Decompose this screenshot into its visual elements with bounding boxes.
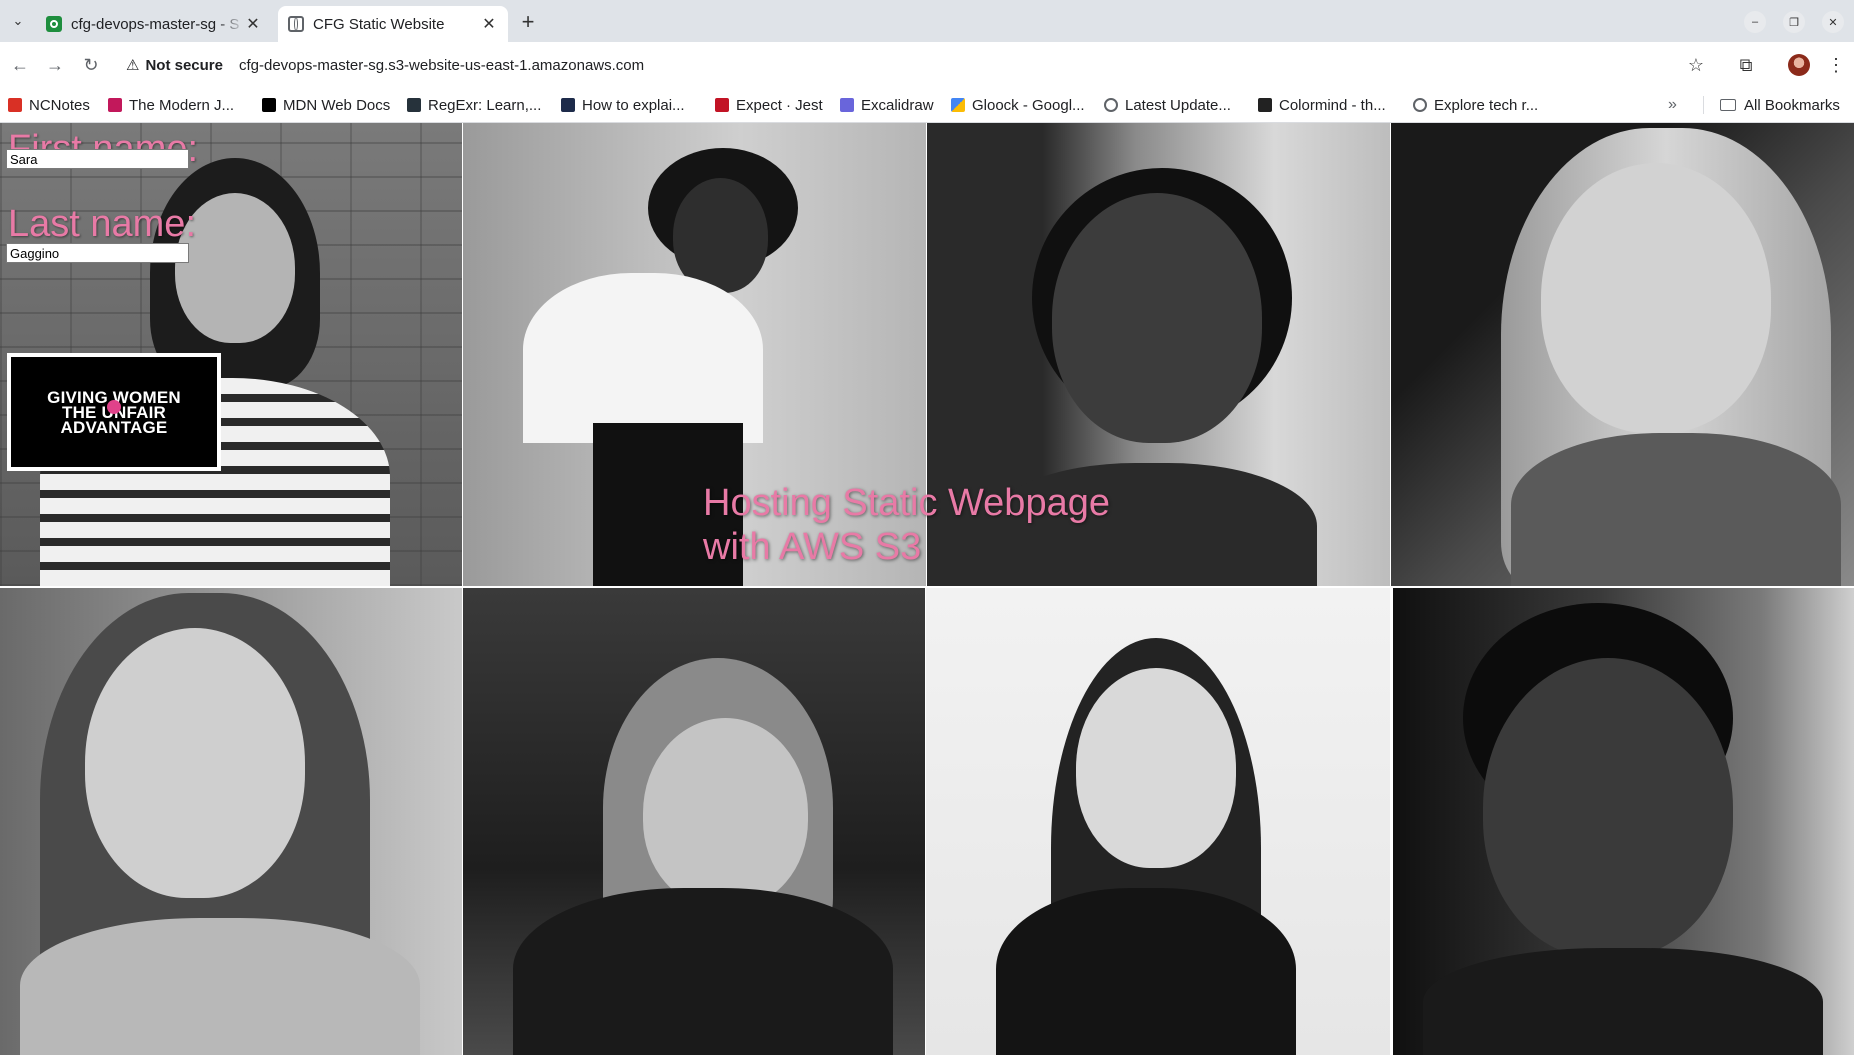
folder-icon xyxy=(1720,99,1736,111)
bookmark-explore-tech[interactable]: Explore tech r... xyxy=(1413,88,1538,122)
bookmark-jest[interactable]: Expect · Jest xyxy=(715,88,823,122)
google-fonts-icon xyxy=(951,98,965,112)
globe-favicon-icon xyxy=(288,16,304,32)
photo-portrait-5 xyxy=(0,588,462,1055)
bookmark-gloock[interactable]: Gloock - Googl... xyxy=(951,88,1085,122)
bookmark-ncnotes[interactable]: NCNotes xyxy=(8,88,90,122)
last-name-label: Last name: xyxy=(8,203,196,245)
more-bookmarks-chevron-icon[interactable]: » xyxy=(1668,88,1677,122)
bookmark-label: MDN Web Docs xyxy=(283,96,391,114)
menu-kebab-icon[interactable]: ⋮ xyxy=(1823,52,1849,78)
reload-icon[interactable]: ↻ xyxy=(78,52,104,78)
close-tab-icon[interactable]: ✕ xyxy=(244,15,262,33)
page-headline: Hosting Static Webpage with AWS S3 xyxy=(703,481,1110,569)
tab-search-chevron-icon[interactable]: ⌄ xyxy=(6,9,30,33)
security-status[interactable]: Not secure xyxy=(145,57,223,74)
url-text[interactable]: cfg-devops-master-sg.s3-website-us-east-… xyxy=(239,57,644,74)
colormind-icon xyxy=(1258,98,1272,112)
close-tab-icon[interactable]: ✕ xyxy=(480,15,498,33)
modern-js-icon xyxy=(108,98,122,112)
extensions-puzzle-icon[interactable]: ⧉ xyxy=(1733,52,1759,78)
back-arrow-icon[interactable]: ← xyxy=(7,52,33,78)
regexr-icon xyxy=(407,98,421,112)
cfg-logo-image: GIVING WOMEN THE UNFAIR ADVANTAGE xyxy=(7,353,221,471)
tab-title: CFG Static Website xyxy=(313,15,445,33)
browser-toolbar: ← → ↻ ⚠ Not secure cfg-devops-master-sg.… xyxy=(0,42,1854,88)
photo-portrait-6 xyxy=(463,588,925,1055)
bookmark-colormind[interactable]: Colormind - th... xyxy=(1258,88,1386,122)
photo-portrait-7 xyxy=(926,588,1390,1055)
bookmark-latest-update[interactable]: Latest Update... xyxy=(1104,88,1231,122)
bookmark-label: Latest Update... xyxy=(1125,96,1231,114)
address-bar[interactable]: ⚠ Not secure cfg-devops-master-sg.s3-web… xyxy=(118,47,1718,83)
headline-line-1: Hosting Static Webpage xyxy=(703,482,1110,524)
bookmark-how-to[interactable]: How to explai... xyxy=(561,88,685,122)
jest-icon xyxy=(715,98,729,112)
logo-pink-mark-icon xyxy=(107,400,121,414)
web-page: First name: Last name: GIVING WOMEN THE … xyxy=(0,123,1854,1055)
headline-line-2: with AWS S3 xyxy=(703,526,922,568)
bookmark-label: Expect · Jest xyxy=(736,96,823,114)
excalidraw-icon xyxy=(840,98,854,112)
photo-portrait-8 xyxy=(1393,588,1854,1055)
bookmark-label: Explore tech r... xyxy=(1434,96,1539,114)
bookmarks-divider xyxy=(1703,96,1704,114)
bookmark-label: How to explai... xyxy=(582,96,685,114)
bookmark-modern-js[interactable]: The Modern J... xyxy=(108,88,234,122)
bookmark-label: The Modern J... xyxy=(129,96,235,114)
all-bookmarks-button[interactable]: All Bookmarks xyxy=(1720,88,1840,122)
mdn-icon xyxy=(262,98,276,112)
close-window-icon[interactable]: ✕ xyxy=(1822,11,1844,33)
bookmark-label: Colormind - th... xyxy=(1279,96,1386,114)
globe-icon xyxy=(1413,98,1427,112)
bookmark-star-icon[interactable]: ☆ xyxy=(1683,52,1709,78)
all-bookmarks-label: All Bookmarks xyxy=(1744,96,1840,114)
globe-icon xyxy=(1104,98,1118,112)
bookmark-label: RegExr: Learn,... xyxy=(428,96,542,114)
logo-panel: GIVING WOMEN THE UNFAIR ADVANTAGE xyxy=(11,357,217,467)
bookmark-excalidraw[interactable]: Excalidraw xyxy=(840,88,934,122)
bookmark-label: Gloock - Googl... xyxy=(972,96,1085,114)
tab-strip: ⌄ cfg-devops-master-sg - S ✕ CFG Static … xyxy=(0,0,1854,42)
bookmark-mdn[interactable]: MDN Web Docs xyxy=(262,88,390,122)
bookmark-label: Excalidraw xyxy=(861,96,934,114)
forward-arrow-icon[interactable]: → xyxy=(42,52,68,78)
bookmark-regexr[interactable]: RegExr: Learn,... xyxy=(407,88,541,122)
warning-triangle-icon[interactable]: ⚠ xyxy=(126,56,139,74)
last-name-input[interactable] xyxy=(6,243,189,263)
restore-icon[interactable]: ❐ xyxy=(1783,11,1805,33)
s3-favicon-icon xyxy=(46,16,62,32)
tab-title: cfg-devops-master-sg - S xyxy=(71,15,240,33)
logo-line-3: ADVANTAGE xyxy=(60,417,168,437)
tab-cfg-static-website[interactable]: CFG Static Website ✕ xyxy=(278,6,508,42)
bookmarks-bar: NCNotes The Modern J... MDN Web Docs Reg… xyxy=(0,88,1854,123)
first-name-input[interactable] xyxy=(6,149,189,169)
how-to-icon xyxy=(561,98,575,112)
bookmark-label: NCNotes xyxy=(29,96,90,114)
new-tab-plus-icon[interactable]: + xyxy=(516,9,540,34)
tab-s3-console[interactable]: cfg-devops-master-sg - S ✕ xyxy=(36,6,272,42)
minimize-icon[interactable]: – xyxy=(1744,11,1766,33)
profile-avatar[interactable] xyxy=(1788,54,1810,76)
photo-portrait-4 xyxy=(1391,123,1854,586)
ncnotes-icon xyxy=(8,98,22,112)
